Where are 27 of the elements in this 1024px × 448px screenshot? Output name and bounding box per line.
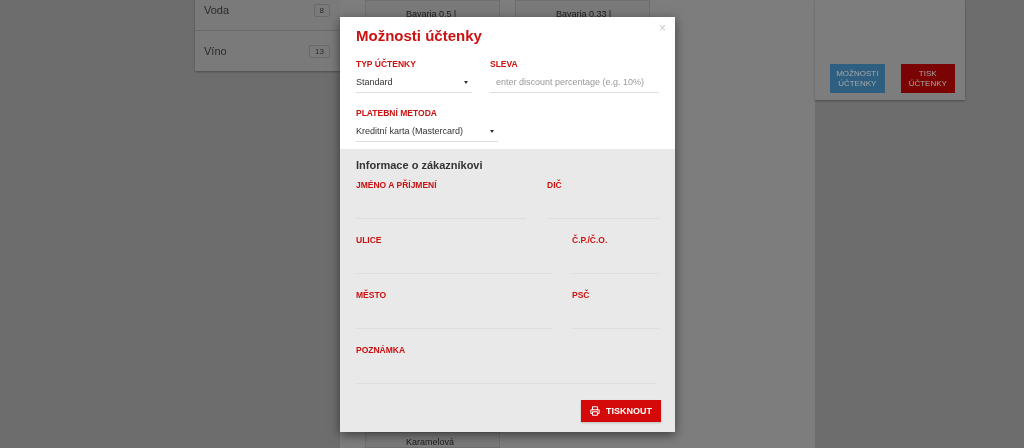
print-button[interactable]: TISKNOUT <box>581 400 661 422</box>
field-label: MĚSTO <box>356 290 388 300</box>
field-label: POZNÁMKA <box>356 345 407 355</box>
discount-input[interactable]: enter discount percentage (e.g. 10%) <box>490 72 659 93</box>
caret-icon <box>464 80 468 84</box>
receipt-type-select[interactable]: Standard <box>356 72 472 93</box>
action-button[interactable]: MOŽNOSTI ÚČTENKY <box>830 64 885 93</box>
category-item[interactable]: Víno 13 <box>195 31 340 71</box>
field-label: JMÉNO A PŘÍJMENÍ <box>356 180 438 190</box>
printer-icon <box>590 406 600 416</box>
product-card[interactable]: Karamelová <box>365 432 500 448</box>
field-label: Č.P./Č.O. <box>572 235 609 245</box>
category-label: Víno <box>204 45 227 57</box>
payment-method-select[interactable]: Kreditní karta (Mastercard) <box>356 121 498 142</box>
count-badge: 8 <box>313 3 330 17</box>
field-label: ULICE <box>356 235 383 245</box>
count-badge: 13 <box>309 44 330 58</box>
category-label: Voda <box>204 4 230 16</box>
caret-icon <box>490 129 494 133</box>
field-label: TYP ÚČTENKY <box>356 59 417 69</box>
field-label: SLEVA <box>490 59 519 69</box>
dialog-title: Možnosti účtenky <box>356 27 483 44</box>
section-title: Informace o zákazníkovi <box>356 159 484 171</box>
action-button[interactable]: TISK ÚČTENKY <box>900 64 955 93</box>
field-label: DIČ <box>547 180 563 190</box>
field-label: PSČ <box>572 290 591 300</box>
field-label: PLATEBNÍ METODA <box>356 108 438 118</box>
